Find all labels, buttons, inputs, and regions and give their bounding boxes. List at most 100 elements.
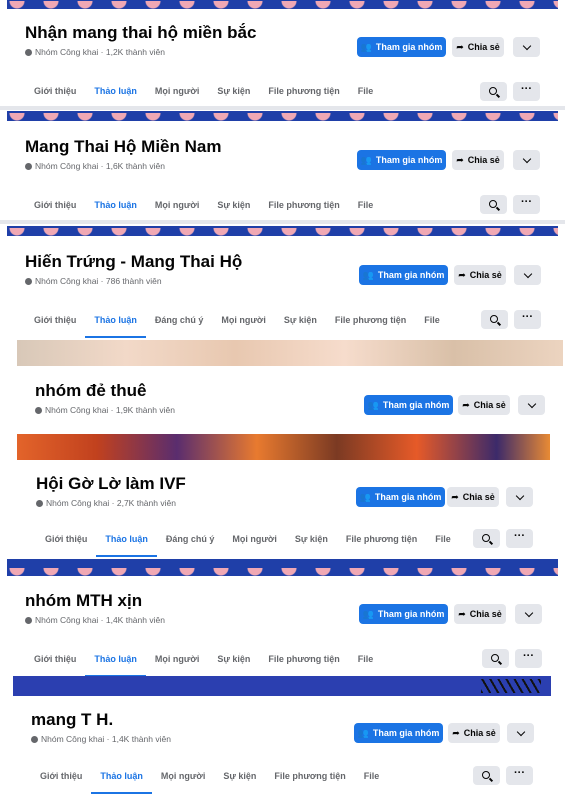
group-title[interactable]: nhóm MTH xịn [25,591,142,611]
search-button[interactable] [480,82,507,101]
more-options-button[interactable] [513,37,540,57]
more-options-button[interactable] [515,604,542,624]
group-title[interactable]: Hội Gờ Lờ làm IVF [36,474,186,494]
more-button[interactable]: ··· [515,649,542,668]
globe-icon [25,49,32,56]
join-group-button[interactable]: 👥 Tham gia nhóm [364,395,453,415]
tab-moi-nguoi[interactable]: Mọi người [223,530,285,548]
tab-file-phuong-tien[interactable]: File phương tiện [337,530,426,548]
tab-gioi-thieu[interactable]: Giới thiệu [36,530,96,548]
more-button[interactable]: ··· [513,82,540,101]
globe-icon [25,617,32,624]
group-title[interactable]: Nhận mang thai hộ miền bắc [25,23,256,43]
group-title[interactable]: mang T H. [31,710,113,730]
group-tabs: Giới thiệu Thảo luận Mọi người Sự kiện F… [25,650,383,677]
more-options-button[interactable] [518,395,545,415]
people-icon: 👥 [360,154,372,165]
share-button[interactable]: ➦ Chia sẻ [452,150,504,170]
tab-file-phuong-tien[interactable]: File phương tiện [259,650,348,668]
search-icon [488,86,497,95]
tab-dang-chu-y[interactable]: Đáng chú ý [146,311,213,329]
chevron-down-icon [522,154,531,163]
tab-moi-nguoi[interactable]: Mọi người [146,82,208,100]
tab-su-kien[interactable]: Sự kiện [286,530,337,548]
group-title[interactable]: Hiến Trứng - Mang Thai Hộ [25,252,242,272]
more-options-button[interactable] [507,723,534,743]
tab-thao-luan[interactable]: Thảo luận [85,196,146,223]
people-icon: 👥 [360,41,372,52]
people-icon: 👥 [357,727,369,738]
tab-file-phuong-tien[interactable]: File phương tiện [259,82,348,100]
tab-file[interactable]: File [415,311,449,329]
chevron-down-icon [524,608,533,617]
people-icon: 👥 [362,608,374,619]
tab-file[interactable]: File [426,530,460,548]
tab-su-kien[interactable]: Sự kiện [208,650,259,668]
tab-gioi-thieu[interactable]: Giới thiệu [25,650,85,668]
tab-thao-luan[interactable]: Thảo luận [85,650,146,677]
tab-su-kien[interactable]: Sự kiện [208,82,259,100]
tab-moi-nguoi[interactable]: Mọi người [146,650,208,668]
more-options-button[interactable] [506,487,533,507]
globe-icon [36,500,43,507]
group-cover-banner [17,434,550,460]
group-tabs: Giới thiệu Thảo luận Đáng chú ý Mọi ngườ… [36,530,460,557]
tab-thao-luan[interactable]: Thảo luận [91,767,152,794]
share-arrow-icon: ➦ [462,399,470,410]
share-button[interactable]: ➦ Chia sẻ [448,723,500,743]
tab-file-phuong-tien[interactable]: File phương tiện [326,311,415,329]
tab-file-phuong-tien[interactable]: File phương tiện [259,196,348,214]
tab-su-kien[interactable]: Sự kiện [214,767,265,785]
join-group-button[interactable]: 👥 Tham gia nhóm [357,150,446,170]
tab-file[interactable]: File [349,196,383,214]
tab-gioi-thieu[interactable]: Giới thiệu [31,767,91,785]
search-icon [481,770,490,779]
more-button[interactable]: ··· [513,195,540,214]
search-icon [488,199,497,208]
tab-dang-chu-y[interactable]: Đáng chú ý [157,530,224,548]
globe-icon [35,407,42,414]
tab-file[interactable]: File [349,82,383,100]
group-meta: Nhóm Công khai · 1,4K thành viên [25,615,165,625]
tab-su-kien[interactable]: Sự kiện [275,311,326,329]
share-button[interactable]: ➦ Chia sẻ [454,265,506,285]
tab-gioi-thieu[interactable]: Giới thiệu [25,82,85,100]
group-title[interactable]: nhóm đẻ thuê [35,381,146,401]
tab-thao-luan[interactable]: Thảo luận [85,82,146,109]
search-button[interactable] [480,195,507,214]
group-title[interactable]: Mang Thai Hộ Miền Nam [25,137,221,157]
join-group-button[interactable]: 👥 Tham gia nhóm [356,487,445,507]
globe-icon [25,278,32,285]
tab-moi-nguoi[interactable]: Mọi người [152,767,214,785]
tab-thao-luan[interactable]: Thảo luận [96,530,157,557]
share-arrow-icon: ➦ [458,269,466,280]
more-button[interactable]: ··· [506,529,533,548]
tab-su-kien[interactable]: Sự kiện [208,196,259,214]
join-group-button[interactable]: 👥 Tham gia nhóm [359,604,448,624]
more-options-button[interactable] [514,265,541,285]
tab-gioi-thieu[interactable]: Giới thiệu [25,311,85,329]
tab-gioi-thieu[interactable]: Giới thiệu [25,196,85,214]
tab-moi-nguoi[interactable]: Mọi người [146,196,208,214]
chevron-down-icon [516,727,525,736]
group-cover-banner [17,340,563,366]
more-button[interactable]: ··· [506,766,533,785]
search-button[interactable] [482,649,509,668]
search-button[interactable] [473,766,500,785]
join-group-button[interactable]: 👥 Tham gia nhóm [354,723,443,743]
share-button[interactable]: ➦ Chia sẻ [447,487,499,507]
search-button[interactable] [473,529,500,548]
tab-thao-luan[interactable]: Thảo luận [85,311,146,338]
tab-file[interactable]: File [349,650,383,668]
join-group-button[interactable]: 👥 Tham gia nhóm [357,37,446,57]
share-button[interactable]: ➦ Chia sẻ [454,604,506,624]
share-button[interactable]: ➦ Chia sẻ [452,37,504,57]
share-button[interactable]: ➦ Chia sẻ [458,395,510,415]
tab-moi-nguoi[interactable]: Mọi người [212,311,274,329]
more-options-button[interactable] [513,150,540,170]
more-button[interactable]: ··· [514,310,541,329]
tab-file[interactable]: File [355,767,389,785]
tab-file-phuong-tien[interactable]: File phương tiện [265,767,354,785]
join-group-button[interactable]: 👥 Tham gia nhóm [359,265,448,285]
search-button[interactable] [481,310,508,329]
